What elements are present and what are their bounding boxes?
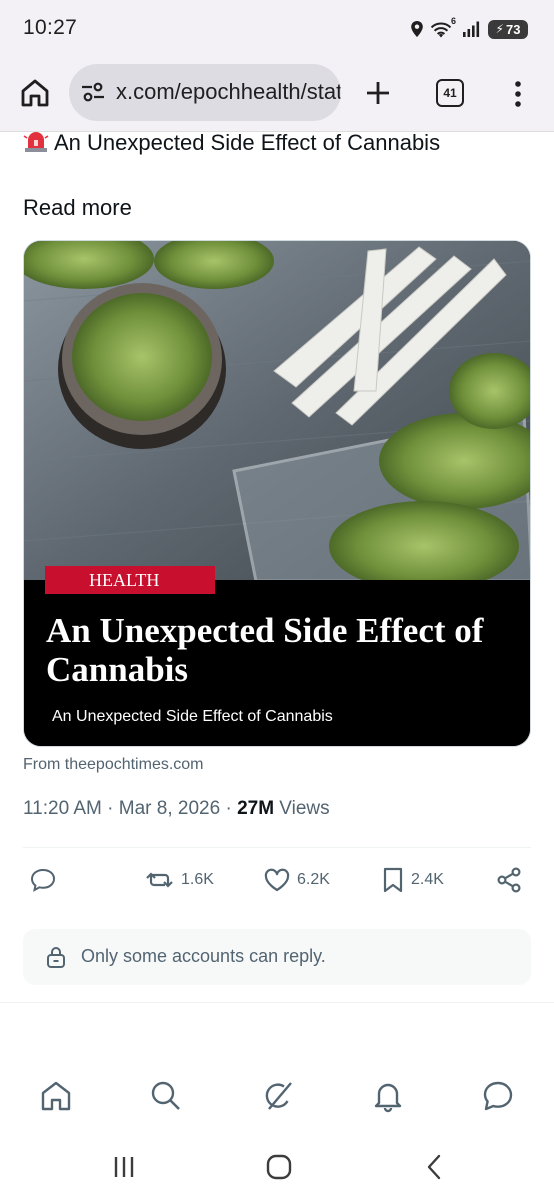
status-icons: 6 ⚡ 73 (410, 16, 528, 41)
heart-icon (264, 868, 290, 892)
divider (23, 847, 531, 848)
post-text-line: An Unexpected Side Effect of Cannabis (23, 130, 440, 156)
status-time: 10:27 (23, 16, 78, 39)
bookmark-icon (383, 867, 403, 893)
post-action-bar: 1.6K 6.2K 2.4K (23, 858, 531, 902)
reply-restriction-text: Only some accounts can reply. (81, 946, 326, 966)
home-icon[interactable] (38, 1078, 74, 1114)
search-icon[interactable] (148, 1078, 184, 1114)
post-headline-text: An Unexpected Side Effect of Cannabis (54, 130, 441, 155)
views-label: Views (274, 798, 330, 819)
reply-button[interactable] (29, 858, 57, 902)
location-icon (411, 21, 423, 37)
signal-icon (463, 21, 480, 37)
bookmark-button[interactable]: 2.4K (381, 858, 444, 902)
status-bar: 10:27 6 ⚡ 73 (0, 0, 554, 60)
home-circle-icon[interactable] (262, 1152, 296, 1182)
lock-icon (47, 947, 65, 968)
repost-count: 1.6K (181, 871, 214, 888)
link-preview-card[interactable]: HEALTH An Unexpected Side Effect of Cann… (23, 240, 531, 747)
tabs-icon[interactable]: 41 (436, 79, 464, 107)
meta-separator: · (101, 798, 119, 819)
reply-bubble-icon (30, 868, 56, 892)
read-more-link[interactable]: Read more (23, 195, 132, 221)
police-siren-emoji (23, 132, 49, 152)
like-button[interactable]: 6.2K (263, 858, 330, 902)
url-text[interactable]: x.com/epochhealth/status (116, 79, 341, 105)
bookmark-count: 2.4K (411, 871, 444, 888)
cannabis-grinder-and-joints-photo (24, 241, 530, 581)
wifi-badge: 6 (450, 16, 456, 26)
wifi-icon: 6 (430, 16, 456, 39)
share-icon (497, 867, 521, 893)
card-source[interactable]: From theepochtimes.com (23, 756, 204, 774)
post-time[interactable]: 11:20 AM (23, 798, 102, 819)
messages-icon[interactable] (480, 1078, 516, 1114)
reply-restriction-notice: Only some accounts can reply. (23, 929, 531, 985)
bottom-navigation (0, 1070, 554, 1126)
more-menu-icon[interactable] (507, 79, 529, 109)
battery-charging-icon: ⚡ 73 (488, 19, 528, 39)
views-count: 27M (237, 798, 275, 819)
browser-toolbar: x.com/epochhealth/status 41 (0, 60, 554, 132)
site-settings-icon[interactable] (80, 81, 106, 103)
back-icon[interactable] (418, 1152, 452, 1182)
like-count: 6.2K (297, 871, 330, 888)
recent-apps-icon[interactable] (107, 1152, 141, 1182)
system-navigation (0, 1140, 554, 1200)
card-subtitle: An Unexpected Side Effect of Cannabis (52, 708, 333, 725)
divider (0, 1002, 554, 1003)
battery-level: 73 (505, 21, 521, 37)
new-tab-plus-icon[interactable] (363, 78, 393, 108)
card-title: An Unexpected Side Effect of Cannabis (46, 611, 484, 689)
repost-icon (146, 872, 173, 888)
post-meta: 11:20 AM · Mar 8, 2026 · 27M Views (23, 798, 330, 820)
repost-button[interactable]: 1.6K (145, 858, 214, 902)
home-icon[interactable] (20, 78, 50, 108)
share-button[interactable] (495, 858, 523, 902)
post-date[interactable]: Mar 8, 2026 (119, 798, 220, 819)
meta-separator: · (220, 798, 238, 819)
grok-icon[interactable] (260, 1078, 296, 1114)
address-bar[interactable]: x.com/epochhealth/status (69, 64, 341, 121)
category-badge: HEALTH (45, 566, 215, 594)
notifications-bell-icon[interactable] (370, 1078, 406, 1114)
